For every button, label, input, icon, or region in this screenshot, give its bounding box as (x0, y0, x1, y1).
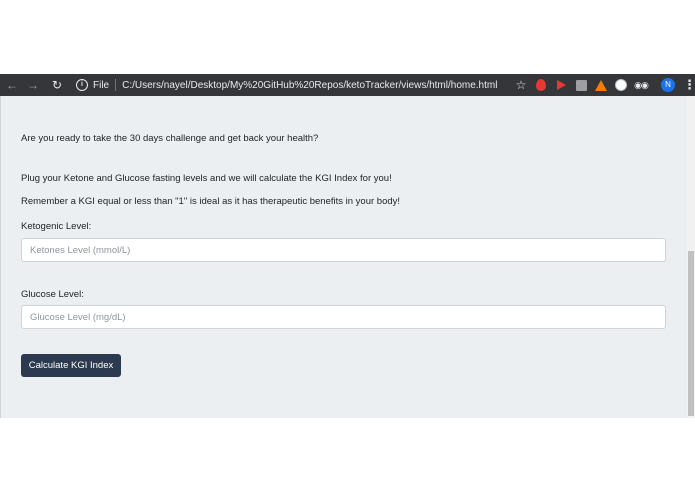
extension-play-icon[interactable] (555, 79, 567, 91)
page-left-edge (0, 96, 1, 418)
glucose-input[interactable] (21, 305, 666, 329)
info-icon[interactable]: i (76, 79, 88, 91)
calculate-kgi-button[interactable]: Calculate KGI Index (21, 354, 121, 377)
instructions-text: Plug your Ketone and Glucose fasting lev… (21, 173, 392, 184)
forward-arrow-icon[interactable]: → (24, 76, 42, 94)
back-arrow-icon[interactable]: ← (3, 76, 21, 94)
scrollbar-thumb[interactable] (688, 251, 694, 416)
glucose-label: Glucose Level: (21, 289, 84, 300)
reminder-text: Remember a KGI equal or less than "1" is… (21, 196, 401, 207)
address-separator (115, 79, 117, 91)
browser-window: ← → ↻ i File C:/Users/nayel/Desktop/My%2… (0, 74, 695, 418)
extension-gray-square-icon[interactable] (575, 79, 587, 91)
extension-circle-icon[interactable] (615, 79, 627, 91)
toolbar-right-icons: ☆ ◉◉ N ⋮ (515, 74, 695, 96)
extension-red-drop-icon[interactable] (535, 79, 547, 91)
scrollbar-track[interactable] (687, 96, 695, 418)
ketone-input[interactable] (21, 238, 666, 262)
extension-eyes-icon[interactable]: ◉◉ (634, 79, 649, 91)
menu-dots-icon[interactable]: ⋮ (683, 77, 695, 93)
ketone-label: Ketogenic Level: (21, 221, 92, 232)
address-bar[interactable]: C:/Users/nayel/Desktop/My%20GitHub%20Rep… (122, 80, 497, 91)
bookmark-star-icon[interactable]: ☆ (515, 78, 527, 92)
extension-orange-triangle-icon[interactable] (595, 79, 607, 91)
reload-icon[interactable]: ↻ (48, 76, 66, 94)
file-label: File (93, 79, 110, 91)
browser-toolbar: ← → ↻ i File C:/Users/nayel/Desktop/My%2… (0, 74, 695, 96)
intro-text: Are you ready to take the 30 days challe… (21, 133, 319, 144)
profile-avatar[interactable]: N (661, 78, 675, 92)
